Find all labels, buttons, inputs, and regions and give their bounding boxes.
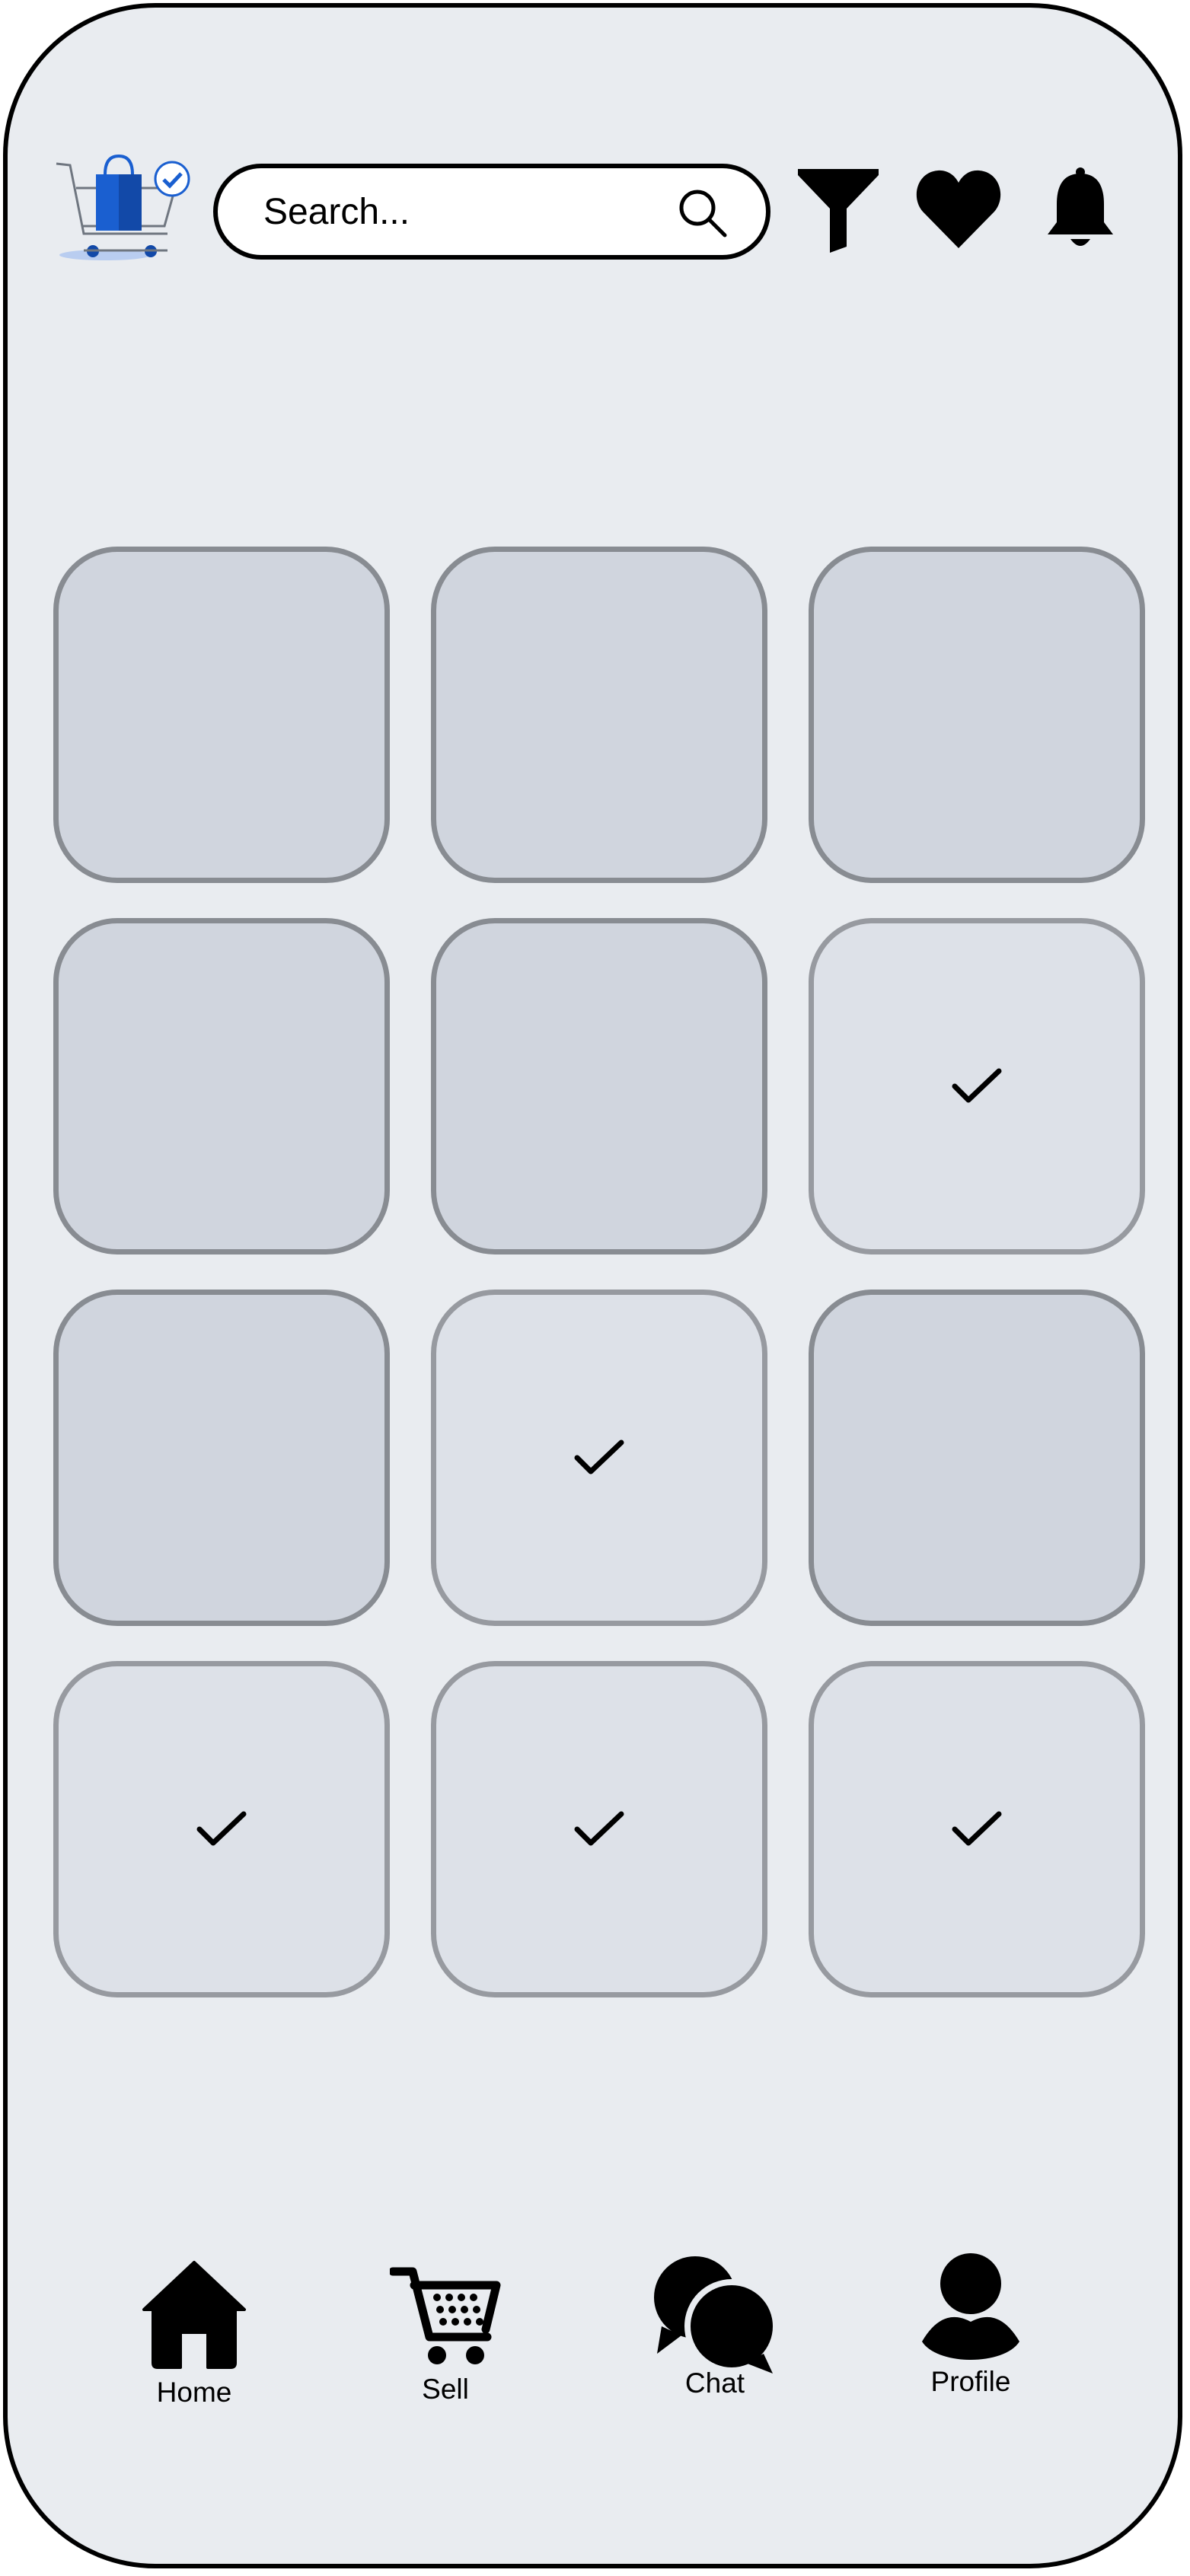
nav-sell-label: Sell (422, 2374, 469, 2405)
heart-icon[interactable] (915, 169, 1002, 250)
checkmark-icon (952, 1068, 1002, 1103)
grid-tile[interactable] (431, 547, 767, 883)
grid-tile[interactable] (809, 1290, 1145, 1626)
user-icon (922, 2253, 1019, 2360)
filter-icon[interactable] (796, 167, 880, 253)
grid-tile[interactable] (431, 1661, 767, 1997)
phone-frame: Home Sell Chat Profile (3, 3, 1182, 2568)
search-bar[interactable] (213, 164, 770, 260)
grid-tile[interactable] (809, 918, 1145, 1255)
cart-icon (390, 2267, 501, 2364)
item-grid (53, 547, 1150, 1997)
grid-tile[interactable] (431, 918, 767, 1255)
grid-tile[interactable] (53, 918, 390, 1255)
checkmark-icon (574, 1439, 624, 1475)
search-input[interactable] (263, 168, 659, 255)
home-icon (142, 2261, 246, 2369)
chat-icon (654, 2256, 779, 2374)
checkmark-icon (196, 1811, 247, 1846)
search-icon[interactable] (678, 188, 728, 238)
nav-profile-label: Profile (930, 2366, 1011, 2397)
bell-icon[interactable] (1045, 167, 1116, 253)
checkmark-icon (574, 1811, 624, 1846)
checkmark-icon (952, 1811, 1002, 1846)
grid-tile[interactable] (809, 547, 1145, 883)
nav-home-label: Home (156, 2377, 232, 2408)
grid-tile[interactable] (53, 547, 390, 883)
nav-home[interactable]: Home (137, 2259, 251, 2406)
nav-chat-label: Chat (684, 2367, 745, 2399)
nav-profile[interactable]: Profile (914, 2252, 1028, 2396)
grid-tile[interactable] (431, 1290, 767, 1626)
shopping-cart-logo-icon[interactable] (53, 148, 198, 263)
grid-tile[interactable] (53, 1290, 390, 1626)
grid-tile[interactable] (809, 1661, 1145, 1997)
nav-sell[interactable]: Sell (388, 2267, 502, 2403)
grid-tile[interactable] (53, 1661, 390, 1997)
nav-chat[interactable]: Chat (650, 2253, 780, 2397)
